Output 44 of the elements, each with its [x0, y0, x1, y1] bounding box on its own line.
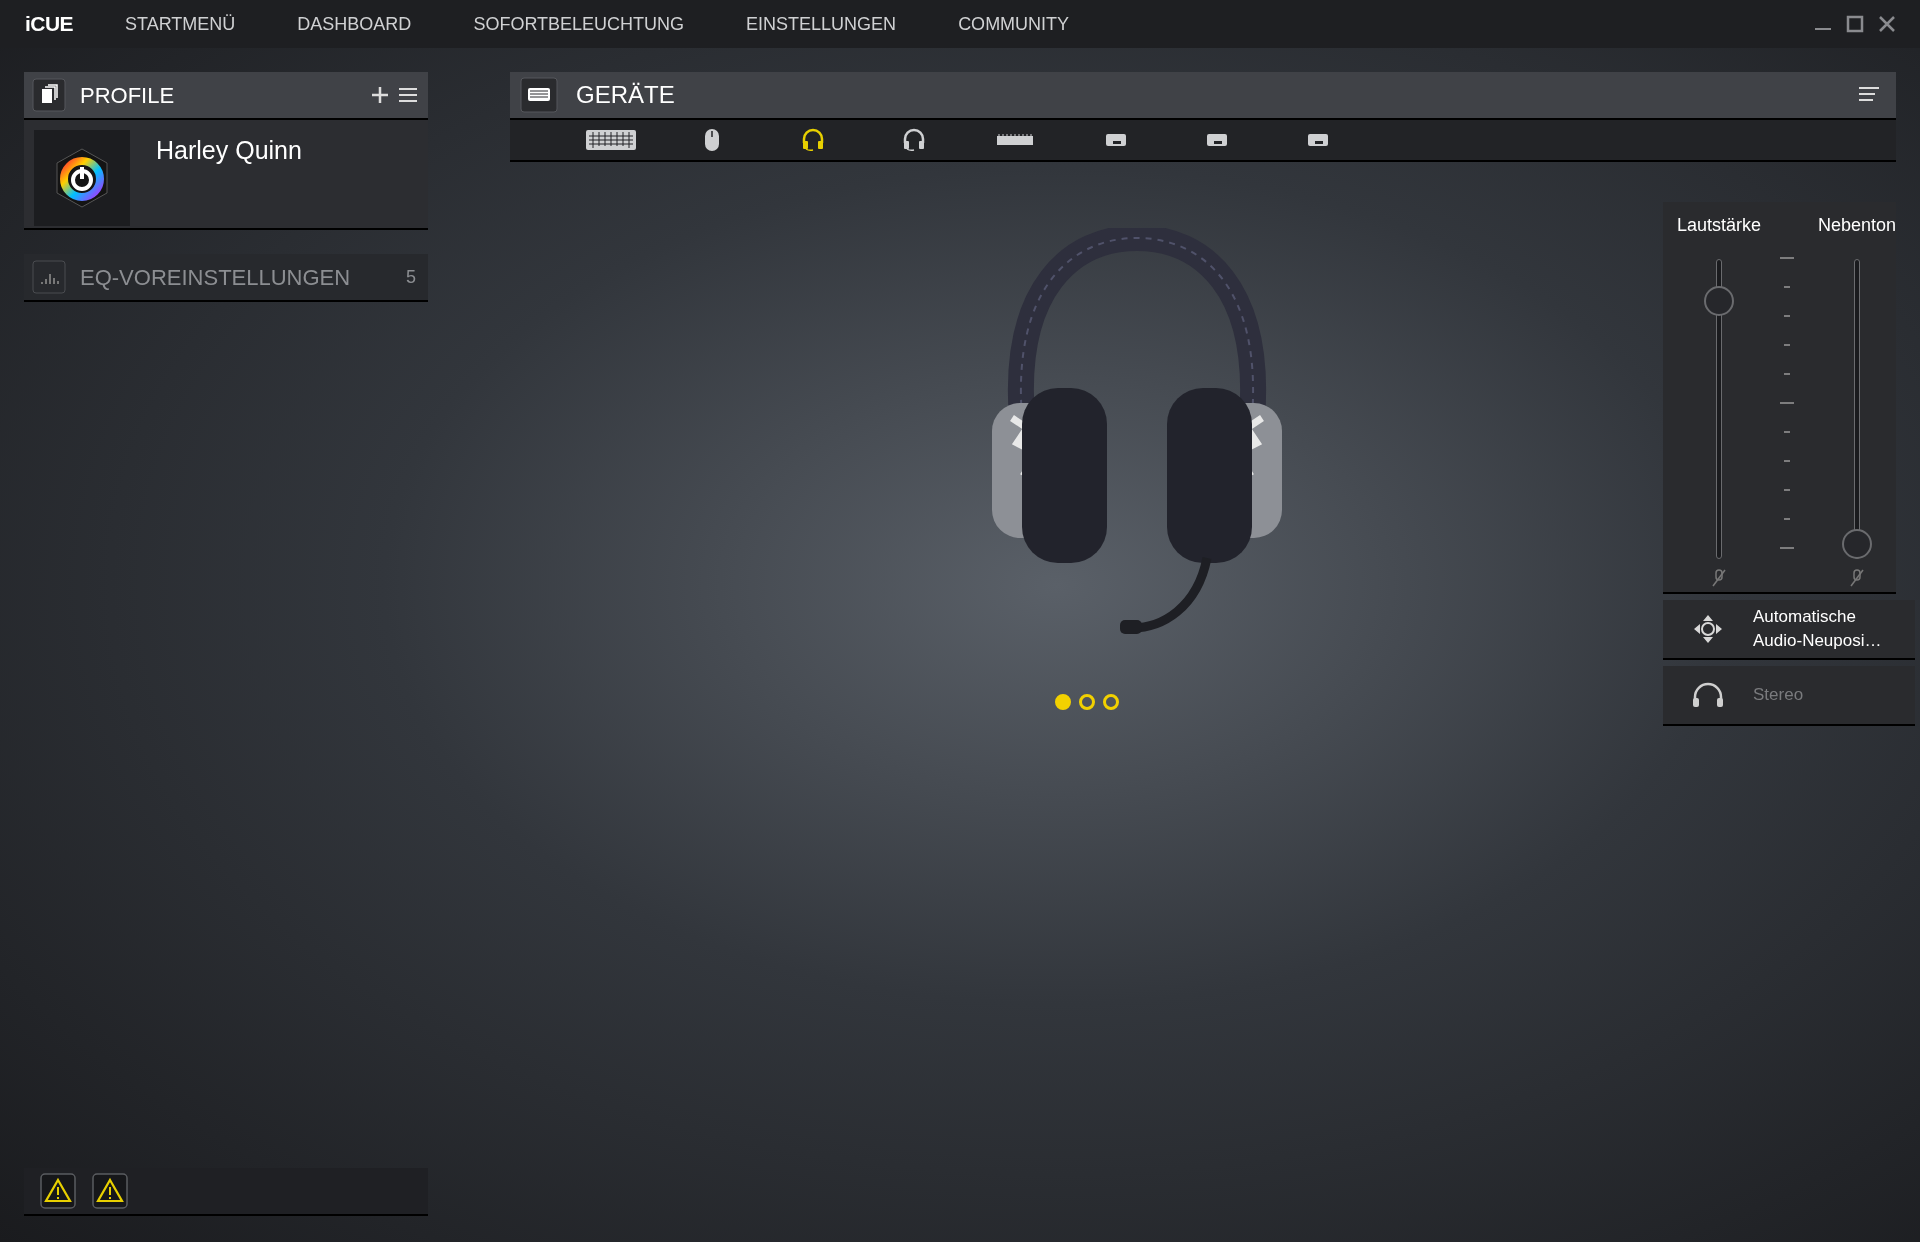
- profiles-icon: [32, 78, 66, 112]
- warning-icon[interactable]: [40, 1173, 76, 1209]
- nav-link[interactable]: EINSTELLUNGEN: [746, 10, 897, 38]
- volume-slider[interactable]: [1704, 259, 1735, 559]
- nav-link[interactable]: STARTMENÜ: [125, 10, 236, 38]
- mute-icon: [1712, 569, 1727, 587]
- mute-icon: [1849, 569, 1864, 587]
- nav-link[interactable]: SOFORTBELEUCHTUNG: [473, 10, 685, 38]
- volume-slider[interactable]: [1841, 259, 1872, 559]
- menu-icon[interactable]: [398, 85, 418, 105]
- mouse-icon[interactable]: [703, 128, 720, 152]
- slider-label: Lautstärke: [1677, 214, 1762, 237]
- close-icon[interactable]: [1878, 15, 1896, 33]
- panel-title: EQ-VOREINSTELLUNGEN: [80, 263, 351, 292]
- equalizer-icon: [32, 260, 66, 294]
- preset-count: 5: [406, 265, 416, 289]
- warning-icon[interactable]: [92, 1173, 128, 1209]
- app-logo: iCUE: [25, 11, 75, 38]
- move-arrows-icon: [1693, 614, 1723, 644]
- profile-name: Harley Quinn: [156, 135, 302, 166]
- memory-icon[interactable]: [995, 133, 1034, 147]
- slider-label: Nebenton: [1817, 214, 1896, 237]
- keyboard-icon: [520, 77, 558, 113]
- maximize-icon[interactable]: [1846, 15, 1864, 33]
- keyboard-icon[interactable]: [584, 128, 637, 152]
- headset-icon[interactable]: [800, 128, 825, 152]
- eq-presets-header[interactable]: EQ-VOREINSTELLUNGEN 5: [24, 254, 428, 302]
- nav-link[interactable]: COMMUNITY: [958, 10, 1070, 38]
- panel-title: PROFILE: [80, 81, 175, 110]
- add-icon[interactable]: [370, 85, 390, 105]
- device-icon[interactable]: [1205, 133, 1228, 147]
- device-icon[interactable]: [1104, 133, 1127, 147]
- headset-icon[interactable]: [901, 128, 926, 152]
- menu-icon[interactable]: [1858, 86, 1880, 104]
- audio-option[interactable]: Automatische Audio-Neuposi…: [1663, 600, 1915, 660]
- nav-link[interactable]: DASHBOARD: [297, 10, 412, 38]
- headphones-icon: [1691, 682, 1725, 708]
- device-icon[interactable]: [1306, 133, 1329, 147]
- panel-title: GERÄTE: [576, 80, 675, 110]
- profile-item[interactable]: Harley Quinn: [24, 120, 428, 230]
- slider-thumb[interactable]: [1841, 529, 1872, 559]
- option-label: Stereo: [1753, 684, 1805, 706]
- slider-thumb[interactable]: [1704, 286, 1735, 316]
- option-label: Automatische Audio-Neuposi…: [1753, 606, 1883, 652]
